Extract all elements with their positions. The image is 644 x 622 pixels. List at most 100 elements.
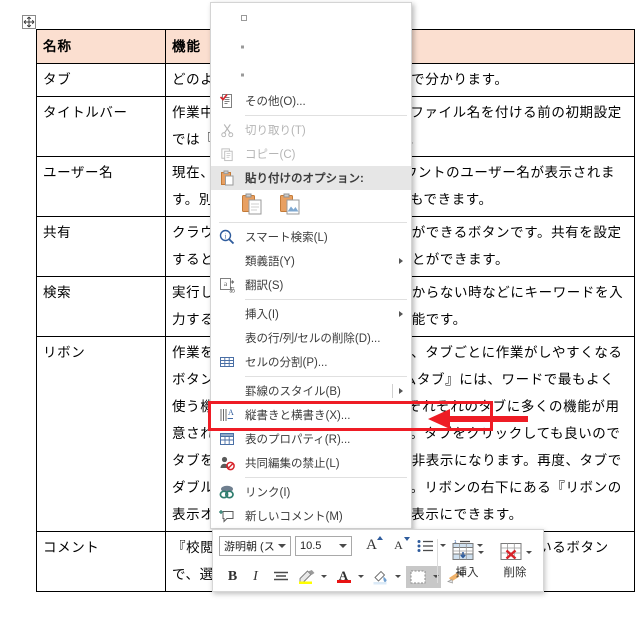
menu-item-cut[interactable]: 切り取り(T)	[211, 118, 411, 142]
more-emoji-icon	[218, 92, 236, 110]
chevron-down-icon[interactable]	[335, 543, 351, 548]
scissors-icon	[218, 121, 236, 139]
mini-toolbar[interactable]: 游明朝 (ス 10.5 A A 1 B I A 挿入 削除	[212, 529, 544, 592]
insert-table-icon	[452, 542, 473, 560]
link-icon	[218, 483, 236, 501]
emoji-row-1[interactable]	[211, 3, 411, 33]
menu-item-label: その他(O)...	[245, 96, 306, 108]
menu-item-label: 表の行/列/セルの削除(D)...	[245, 333, 381, 345]
menu-item-text-direction[interactable]: A 縦書きと横書き(X)...	[211, 403, 411, 427]
font-name-combo[interactable]: 游明朝 (ス	[219, 535, 291, 556]
menu-item-block-authors[interactable]: 共同編集の禁止(L)	[211, 451, 411, 475]
split-cells-icon	[218, 353, 236, 371]
menu-item-more-emoji[interactable]: その他(O)...	[211, 89, 411, 113]
row-name: リボン	[36, 336, 166, 532]
copy-icon	[218, 145, 236, 163]
table-commands-group: 挿入 削除	[432, 530, 539, 591]
delete-table-dropdown[interactable]	[525, 550, 532, 554]
shrink-font-button[interactable]: A	[385, 534, 412, 557]
font-size-value: 10.5	[300, 539, 322, 552]
grow-font-button[interactable]: A	[358, 534, 385, 557]
menu-item-label: 縦書きと横書き(X)...	[245, 410, 351, 422]
italic-button[interactable]: I	[244, 565, 267, 588]
chevron-down-icon[interactable]	[275, 543, 290, 548]
insert-table-label: 挿入	[455, 566, 479, 579]
table-move-handle[interactable]	[22, 15, 36, 29]
align-button[interactable]	[269, 565, 292, 588]
delete-table-icon	[500, 542, 521, 560]
font-color-button[interactable]: A	[332, 565, 355, 588]
mini-toolbar-row-2: B I A 挿入 削除	[213, 538, 543, 592]
font-color-dropdown[interactable]	[355, 565, 366, 588]
delete-table-button[interactable]: 削除	[491, 542, 539, 580]
chevron-right-icon	[399, 311, 403, 317]
paste-option-buttons[interactable]	[211, 190, 411, 220]
toolbar-divider	[437, 538, 438, 583]
highlight-button[interactable]	[295, 565, 318, 588]
menu-item-synonyms[interactable]: 類義語(Y)	[211, 249, 411, 273]
chevron-right-icon	[399, 258, 403, 264]
row-name: ユーザー名	[36, 156, 166, 217]
annotation-arrow-icon	[428, 409, 528, 429]
dot-placeholder-icon	[241, 45, 244, 49]
dot-placeholder-icon	[241, 73, 244, 77]
insert-table-button[interactable]: 挿入	[443, 542, 491, 580]
menu-item-table-properties[interactable]: 表のプロパティ(R)...	[211, 427, 411, 451]
menu-item-label: スマート検索(L)	[245, 232, 328, 244]
menu-item-label: 翻訳(S)	[245, 280, 284, 292]
font-color-swatch	[336, 580, 351, 583]
up-triangle-icon	[377, 536, 383, 540]
context-menu[interactable]: その他(O)... 切り取り(T) コピー(C) 貼り付けのオプション: i ス…	[210, 2, 412, 529]
borders-button[interactable]	[406, 565, 430, 588]
row-name: 共有	[36, 216, 166, 277]
menu-item-border-styles[interactable]: 罫線のスタイル(B)	[211, 379, 411, 403]
menu-item-insert[interactable]: 挿入(I)	[211, 302, 411, 326]
menu-item-copy[interactable]: コピー(C)	[211, 142, 411, 166]
menu-item-delete-cells[interactable]: 表の行/列/セルの削除(D)...	[211, 326, 411, 350]
insert-table-dropdown[interactable]	[477, 550, 484, 554]
menu-item-paste-options: 貼り付けのオプション:	[211, 166, 411, 190]
menu-item-label: 挿入(I)	[245, 309, 279, 321]
row-name: タイトルバー	[36, 96, 166, 157]
row-name: コメント	[36, 531, 166, 592]
menu-item-label: 切り取り(T)	[245, 125, 306, 137]
menu-divider	[392, 384, 393, 398]
menu-item-label: 共同編集の禁止(L)	[245, 458, 340, 470]
menu-item-translate[interactable]: a あ 翻訳(S)	[211, 273, 411, 297]
menu-item-label: 表のプロパティ(R)...	[245, 434, 351, 446]
table-header-name: 名称	[36, 29, 166, 64]
menu-item-smart-lookup[interactable]: i スマート検索(L)	[211, 225, 411, 249]
menu-item-label: 貼り付けのオプション:	[245, 173, 364, 185]
emoji-row-3[interactable]	[211, 61, 411, 89]
font-size-combo[interactable]: 10.5	[295, 535, 352, 556]
menu-item-label: 類義語(Y)	[245, 256, 295, 268]
menu-item-label: リンク(I)	[245, 487, 291, 499]
menu-item-link[interactable]: リンク(I)	[211, 480, 411, 504]
emoji-row-2[interactable]	[211, 33, 411, 61]
row-name: タブ	[36, 63, 166, 97]
translate-icon: a あ	[218, 276, 236, 294]
shading-dropdown[interactable]	[392, 565, 403, 588]
block-authors-icon	[218, 454, 236, 472]
new-comment-icon	[218, 507, 236, 525]
menu-item-label: コピー(C)	[245, 149, 296, 161]
down-triangle-icon	[404, 537, 410, 541]
font-name-value: 游明朝 (ス	[224, 540, 275, 553]
menu-separator	[219, 222, 407, 223]
paste-as-picture-icon[interactable]	[279, 193, 301, 218]
bold-button[interactable]: B	[221, 565, 244, 588]
dot-placeholder-icon	[241, 15, 247, 21]
highlight-dropdown[interactable]	[318, 565, 329, 588]
svg-text:あ: あ	[229, 286, 235, 293]
svg-text:A: A	[228, 408, 234, 417]
menu-separator	[245, 376, 407, 377]
chevron-right-icon	[399, 388, 403, 394]
shading-button[interactable]	[369, 565, 392, 588]
delete-table-label: 削除	[503, 566, 527, 579]
menu-item-split-cells[interactable]: セルの分割(P)...	[211, 350, 411, 374]
menu-separator	[245, 477, 407, 478]
row-name: 検索	[36, 276, 166, 337]
paste-keep-formatting-icon[interactable]	[241, 193, 263, 218]
menu-item-new-comment[interactable]: 新しいコメント(M)	[211, 504, 411, 528]
menu-item-label: セルの分割(P)...	[245, 357, 328, 369]
